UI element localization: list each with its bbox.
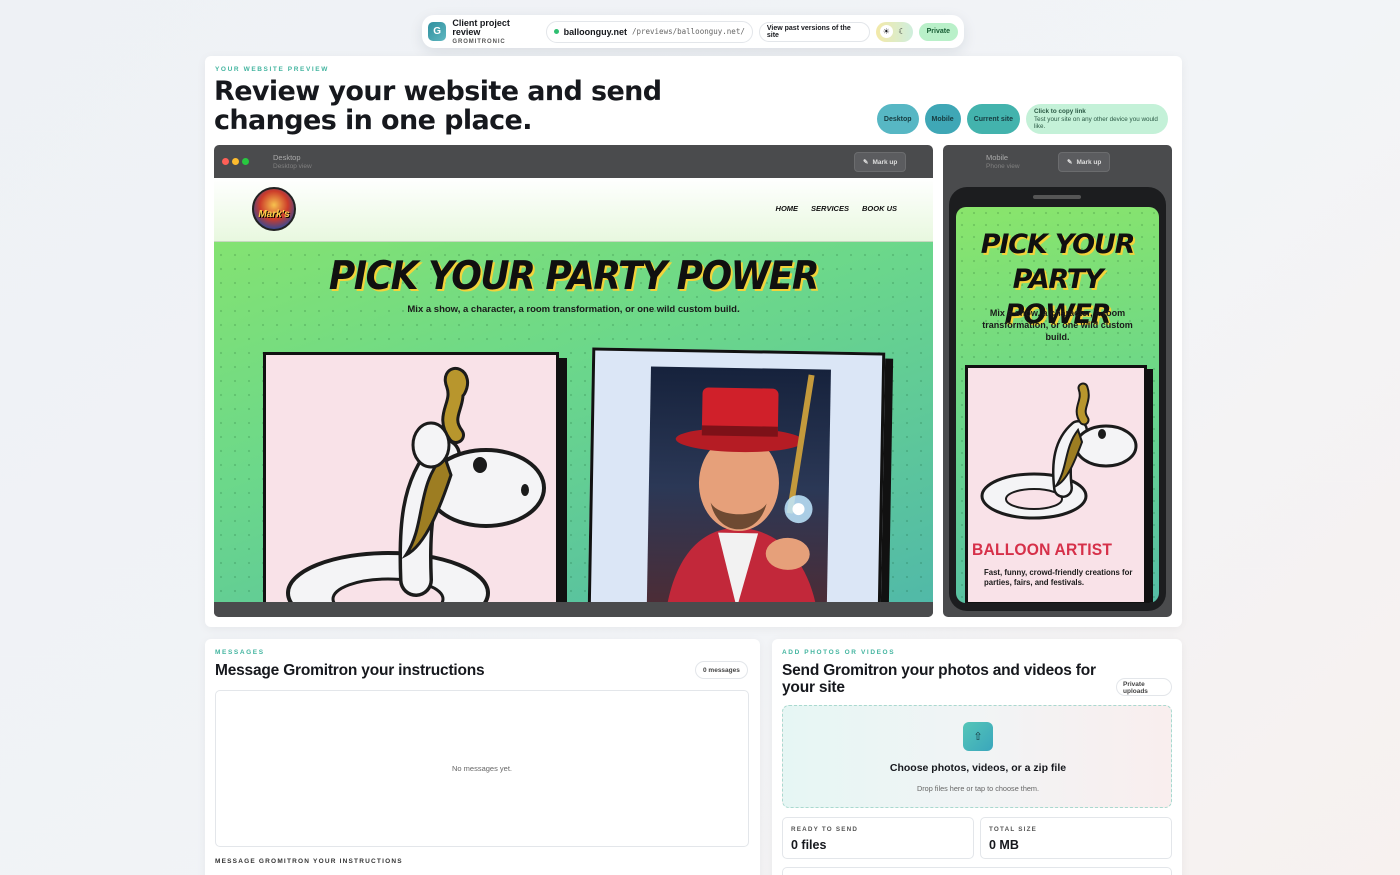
desktop-frame-title: Desktop Desktop view [273,153,312,171]
project-toolbar: G Client project review GROMITRONIC ball… [422,15,964,48]
desktop-markup-button[interactable]: ✎ Mark up [854,152,907,172]
project-subtitle: GROMITRONIC [452,38,506,45]
desktop-frame-footer [214,602,933,617]
site-logo[interactable]: Mark's [252,187,296,231]
magician-card[interactable] [587,347,886,602]
sun-icon: ☀ [879,25,893,38]
mobile-card-description: Fast, funny, crowd-friendly creations fo… [984,568,1133,587]
mobile-markup-button[interactable]: ✎ Mark up [1058,152,1111,172]
messages-panel: MESSAGES Message Gromitron your instruct… [205,639,760,875]
total-size-stat: TOTAL SIZE 0 MB [980,817,1172,859]
ready-to-send-value: 0 files [791,838,827,852]
mobile-frame-title: Mobile Phone view [986,153,1020,171]
desktop-site-preview[interactable]: Mark's HOME SERVICES BOOK US PICK YOUR P… [214,178,933,602]
magician-illustration [666,374,817,602]
past-versions-button[interactable]: View past versions of the site [758,21,870,42]
mobile-frame-sublabel: Phone view [986,163,1020,170]
balloon-unicorn-illustration [286,367,546,602]
nav-book-link[interactable]: BOOK US [862,204,897,213]
desktop-frame-label: Desktop [273,153,301,162]
hero-title: PICK YOUR PARTY POWER [328,254,820,299]
messages-title: Message Gromitron your instructions [215,662,485,679]
website-preview-panel: YOUR WEBSITE PREVIEW Review your website… [205,56,1182,627]
copy-link-text: Test your site on any other device you w… [1034,115,1158,131]
view-switcher: Desktop Mobile Current site Click to cop… [876,104,1168,134]
message-count-badge: 0 messages [695,661,748,679]
uploads-title: Send Gromitron your photos and videos fo… [782,662,1096,696]
minimize-dot-icon [232,158,239,165]
upload-list [782,867,1172,875]
message-input-label: MESSAGE GROMITRON YOUR INSTRUCTIONS [215,858,403,865]
desktop-markup-label: Mark up [872,158,898,166]
nav-services-link[interactable]: SERVICES [811,204,849,213]
total-size-label: TOTAL SIZE [989,826,1038,833]
desktop-preview-frame: Desktop Desktop view ✎ Mark up Mark's HO… [214,145,933,617]
empty-messages-text: No messages yet. [451,764,513,773]
mobile-markup-label: Mark up [1076,158,1102,166]
mobile-unicorn-illustration [980,382,1138,520]
maximize-dot-icon [242,158,249,165]
close-dot-icon [222,158,229,165]
mobile-site-preview[interactable]: PICK YOUR PARTY POWER Mix a show, a char… [956,207,1159,603]
moon-icon: ☾ [898,27,906,36]
site-nav: HOME SERVICES BOOK US [776,204,897,213]
preview-eyebrow: YOUR WEBSITE PREVIEW [215,66,329,73]
mobile-preview-frame: Mobile Phone view ✎ Mark up PICK YOUR PA… [943,145,1172,617]
uploads-panel: ADD PHOTOS OR VIDEOS Send Gromitron your… [772,639,1182,875]
messages-eyebrow: MESSAGES [215,649,265,656]
balloon-unicorn-card[interactable] [263,352,559,602]
message-thread[interactable]: No messages yet. [215,690,749,847]
site-url-pill[interactable]: balloonguy.net /previews/balloonguy.net/ [545,20,753,43]
copy-link-button[interactable]: Click to copy link Test your site on any… [1026,104,1168,134]
mobile-frame-label: Mobile [986,153,1009,162]
site-path: /previews/balloonguy.net/ [631,27,745,36]
magician-photo [646,366,831,602]
drop-zone-title: Choose photos, videos, or a zip file [889,762,1067,774]
pencil-icon: ✎ [1067,159,1073,166]
project-info: Client project review GROMITRONIC [452,17,537,45]
project-title: Client project review [452,17,510,37]
current-site-button[interactable]: Current site [966,104,1020,134]
ready-to-send-label: READY TO SEND [791,826,859,833]
total-size-value: 0 MB [989,838,1019,852]
page-title: Review your website and send changes in … [214,76,662,136]
desktop-view-button[interactable]: Desktop [876,104,919,134]
pencil-icon: ✎ [863,159,869,166]
ready-to-send-stat: READY TO SEND 0 files [782,817,974,859]
desktop-frame-bar: Desktop Desktop view ✎ Mark up [214,145,933,178]
phone-notch [1033,195,1081,199]
private-uploads-badge: Private uploads [1116,678,1172,696]
mobile-view-button[interactable]: Mobile [924,104,961,134]
site-domain: balloonguy.net [563,26,627,37]
uploads-eyebrow: ADD PHOTOS OR VIDEOS [782,649,896,656]
site-logo-text: Mark's [258,209,290,220]
private-badge: Private [918,22,958,41]
site-header: Mark's HOME SERVICES BOOK US [214,178,933,242]
drop-zone-hint: Drop files here or tap to choose them. [916,784,1040,793]
mobile-card-title: BALLOON ARTIST [972,540,1113,559]
nav-home-link[interactable]: HOME [776,204,799,213]
upload-icon: ⇧ [963,722,993,751]
mobile-hero-subtitle: Mix a show, a character, a room transfor… [982,308,1133,342]
phone-device: PICK YOUR PARTY POWER Mix a show, a char… [949,187,1166,611]
copy-link-title: Click to copy link [1034,108,1086,115]
hero-subtitle: Mix a show, a character, a room transfor… [407,304,740,315]
project-logo-badge: G [428,22,447,41]
theme-toggle[interactable]: ☀ ☾ [875,21,913,42]
status-dot-icon [553,29,559,34]
desktop-frame-sublabel: Desktop view [273,163,312,170]
file-drop-zone[interactable]: ⇧ Choose photos, videos, or a zip file D… [782,705,1172,808]
